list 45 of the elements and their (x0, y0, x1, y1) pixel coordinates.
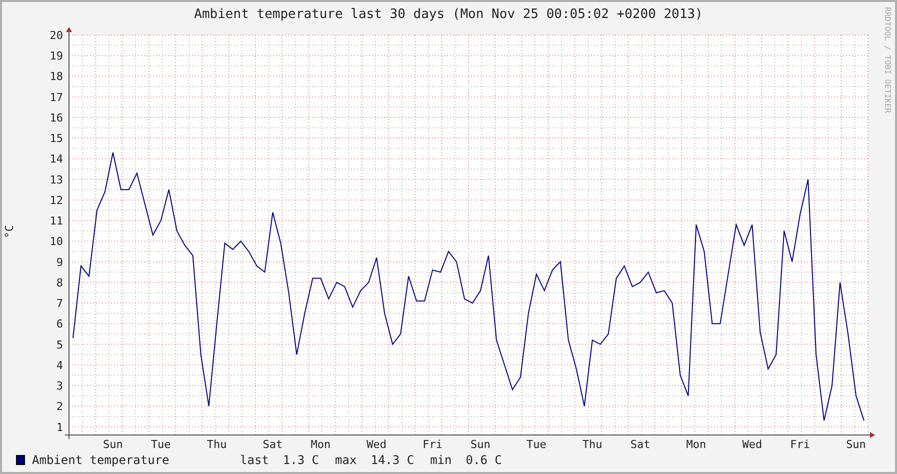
x-tick-label: Fri (790, 438, 810, 451)
x-tick-label: Mon (686, 438, 706, 451)
y-tick-label: 5 (56, 338, 63, 352)
y-axis-label: °C (4, 225, 16, 238)
y-tick-label: 18 (50, 70, 63, 84)
x-tick-label: Sun (103, 438, 123, 451)
legend-stat-value: 1.3 C (282, 453, 320, 467)
x-tick-label: Tue (150, 438, 171, 451)
y-tick-label: 13 (50, 173, 63, 186)
legend-label: Ambient temperature (32, 453, 170, 467)
y-tick-label: 12 (50, 194, 63, 207)
y-tick-label: 11 (50, 214, 63, 228)
chart-title: Ambient temperature last 30 days (Mon Nov 25 00:05:02 +0200 2013) (194, 6, 703, 24)
y-tick-label: 15 (50, 132, 63, 146)
x-tick-label: Sat (262, 438, 283, 451)
credit-text: RRDTOOL / TOBI OETIKER (882, 7, 892, 113)
y-tick-label: 2 (56, 400, 63, 414)
y-tick-label: 19 (50, 50, 63, 63)
y-tick-label: 14 (50, 152, 63, 166)
y-tick-label: 3 (56, 380, 63, 393)
legend-stat-value: 0.6 C (466, 453, 502, 467)
x-tick-label: Sun (470, 438, 490, 451)
x-tick-label: Thu (206, 438, 227, 451)
x-tick-label: Wed (742, 438, 762, 451)
y-tick-label: 4 (56, 358, 63, 372)
x-tick-label: Tue (526, 438, 546, 451)
legend-stat-label: max (335, 453, 357, 467)
x-tick-label: Sun (846, 438, 866, 451)
x-tick-label: Wed (366, 438, 387, 451)
y-tick-label: 8 (56, 276, 63, 290)
y-tick-label: 10 (50, 235, 63, 248)
legend-stat-label: last (240, 453, 269, 467)
x-tick-label: Fri (422, 438, 442, 451)
x-tick-label: Mon (310, 438, 331, 451)
y-tick-label: 1 (56, 420, 63, 434)
x-tick-label: Thu (582, 438, 602, 451)
legend-stat-label: min (430, 453, 452, 467)
y-tick-label: 6 (56, 318, 63, 331)
y-tick-label: 7 (56, 297, 63, 310)
legend-stat-value: 14.3 C (370, 453, 414, 467)
y-tick-label: 20 (50, 29, 63, 42)
x-tick-label: Sat (630, 438, 650, 451)
y-tick-label: 17 (50, 90, 63, 104)
y-tick-label: 9 (56, 256, 63, 269)
y-tick-label: 16 (50, 111, 63, 124)
